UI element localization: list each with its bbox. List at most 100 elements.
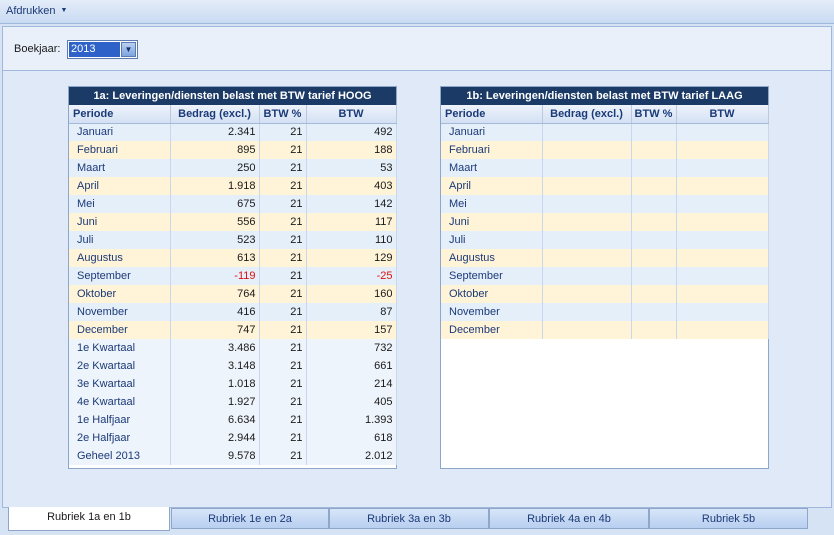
cell-btw: 492 — [306, 123, 397, 141]
cell-btw: 117 — [306, 213, 397, 231]
cell-periode: December — [69, 321, 171, 339]
tab-rubriek-4a-4b[interactable]: Rubriek 4a en 4b — [489, 508, 649, 529]
table-row[interactable]: Januari 2.341 21 492 — [69, 123, 397, 141]
cell-btw-percent — [631, 195, 677, 213]
table-row[interactable]: Mei 675 21 142 — [69, 195, 397, 213]
cell-btw: 403 — [306, 177, 397, 195]
cell-btw-percent: 21 — [259, 159, 307, 177]
table-row[interactable]: September -119 21 -25 — [69, 267, 397, 285]
cell-periode: Januari — [69, 123, 171, 141]
cell-btw-percent — [631, 231, 677, 249]
header-btw[interactable]: BTW — [676, 105, 769, 124]
table-row[interactable]: December 747 21 157 — [69, 321, 397, 339]
table-row[interactable]: November — [441, 303, 769, 321]
cell-bedrag — [542, 141, 632, 159]
cell-periode: Januari — [441, 123, 543, 141]
table-row[interactable]: Geheel 2013 9.578 21 2.012 — [69, 447, 397, 465]
header-bedrag[interactable]: Bedrag (excl.) — [170, 105, 260, 124]
cell-bedrag — [542, 123, 632, 141]
cell-bedrag — [542, 303, 632, 321]
table-row[interactable]: Juli 523 21 110 — [69, 231, 397, 249]
cell-periode: 1e Kwartaal — [69, 339, 171, 357]
cell-bedrag — [542, 231, 632, 249]
cell-bedrag — [542, 213, 632, 231]
cell-bedrag — [542, 285, 632, 303]
cell-periode: 2e Halfjaar — [69, 429, 171, 447]
chevron-down-icon[interactable]: ▼ — [121, 42, 136, 57]
tab-rubriek-1e-2a[interactable]: Rubriek 1e en 2a — [171, 508, 329, 529]
cell-btw: 732 — [306, 339, 397, 357]
cell-bedrag — [542, 267, 632, 285]
table-row[interactable]: 4e Kwartaal 1.927 21 405 — [69, 393, 397, 411]
caret-down-icon: ▼ — [60, 7, 68, 14]
table-row[interactable]: Juni — [441, 213, 769, 231]
cell-btw-percent — [631, 285, 677, 303]
table-row[interactable]: Mei — [441, 195, 769, 213]
table-high: Periode Bedrag (excl.) BTW % BTW Januari 2.3… — [69, 105, 397, 465]
table-row[interactable]: 1e Kwartaal 3.486 21 732 — [69, 339, 397, 357]
table-row[interactable]: Juni 556 21 117 — [69, 213, 397, 231]
table-row[interactable]: 2e Kwartaal 3.148 21 661 — [69, 357, 397, 375]
cell-btw: 661 — [306, 357, 397, 375]
main-content: Boekjaar: 2013 ▼ 1a: Leveringen/diensten… — [2, 26, 832, 508]
table-row[interactable]: 2e Halfjaar 2.944 21 618 — [69, 429, 397, 447]
cell-btw-percent — [631, 123, 677, 141]
header-btw-percent[interactable]: BTW % — [259, 105, 307, 124]
table-row[interactable]: 1e Halfjaar 6.634 21 1.393 — [69, 411, 397, 429]
cell-btw-percent — [631, 267, 677, 285]
cell-btw-percent: 21 — [259, 231, 307, 249]
print-menu[interactable]: Afdrukken ▼ — [6, 5, 67, 17]
cell-btw-percent: 21 — [259, 429, 307, 447]
cell-bedrag: 416 — [170, 303, 260, 321]
table-row[interactable]: Februari — [441, 141, 769, 159]
tab-rubriek-1a-1b[interactable]: Rubriek 1a en 1b — [8, 507, 170, 531]
header-periode[interactable]: Periode — [69, 105, 171, 124]
tab-rubriek-3a-3b[interactable]: Rubriek 3a en 3b — [329, 508, 489, 529]
table-low-panel: 1b: Leveringen/diensten belast met BTW t… — [440, 86, 769, 469]
cell-btw — [676, 267, 769, 285]
table-row[interactable]: December — [441, 321, 769, 339]
cell-bedrag: 523 — [170, 231, 260, 249]
table-row[interactable]: Augustus — [441, 249, 769, 267]
year-label: Boekjaar: — [14, 43, 61, 55]
header-bedrag[interactable]: Bedrag (excl.) — [542, 105, 632, 124]
table-row[interactable]: April — [441, 177, 769, 195]
cell-btw-percent: 21 — [259, 357, 307, 375]
table-row[interactable]: April 1.918 21 403 — [69, 177, 397, 195]
table-row[interactable]: 3e Kwartaal 1.018 21 214 — [69, 375, 397, 393]
cell-periode: Oktober — [69, 285, 171, 303]
cell-bedrag: 1.018 — [170, 375, 260, 393]
header-btw[interactable]: BTW — [306, 105, 397, 124]
cell-bedrag: 6.634 — [170, 411, 260, 429]
cell-btw: 53 — [306, 159, 397, 177]
cell-periode: September — [69, 267, 171, 285]
cell-btw-percent: 21 — [259, 267, 307, 285]
header-periode[interactable]: Periode — [441, 105, 543, 124]
table-row[interactable]: September — [441, 267, 769, 285]
cell-periode: Mei — [441, 195, 543, 213]
table-row[interactable]: Augustus 613 21 129 — [69, 249, 397, 267]
header-btw-percent[interactable]: BTW % — [631, 105, 677, 124]
table-row[interactable]: Maart — [441, 159, 769, 177]
table-row[interactable]: Februari 895 21 188 — [69, 141, 397, 159]
cell-periode: November — [69, 303, 171, 321]
table-row[interactable]: Maart 250 21 53 — [69, 159, 397, 177]
table-row[interactable]: Juli — [441, 231, 769, 249]
cell-bedrag — [542, 159, 632, 177]
cell-periode: 4e Kwartaal — [69, 393, 171, 411]
table-row[interactable]: Januari — [441, 123, 769, 141]
cell-btw: 188 — [306, 141, 397, 159]
table-row[interactable]: Oktober 764 21 160 — [69, 285, 397, 303]
table-row[interactable]: Oktober — [441, 285, 769, 303]
cell-periode: 1e Halfjaar — [69, 411, 171, 429]
cell-bedrag: 3.486 — [170, 339, 260, 357]
cell-periode: Juni — [441, 213, 543, 231]
cell-periode: April — [69, 177, 171, 195]
year-select[interactable]: 2013 ▼ — [67, 40, 138, 59]
cell-periode: Juli — [441, 231, 543, 249]
tab-rubriek-5b[interactable]: Rubriek 5b — [649, 508, 808, 529]
cell-btw-percent: 21 — [259, 447, 307, 465]
print-menu-label: Afdrukken — [6, 5, 56, 17]
cell-periode: December — [441, 321, 543, 339]
table-row[interactable]: November 416 21 87 — [69, 303, 397, 321]
